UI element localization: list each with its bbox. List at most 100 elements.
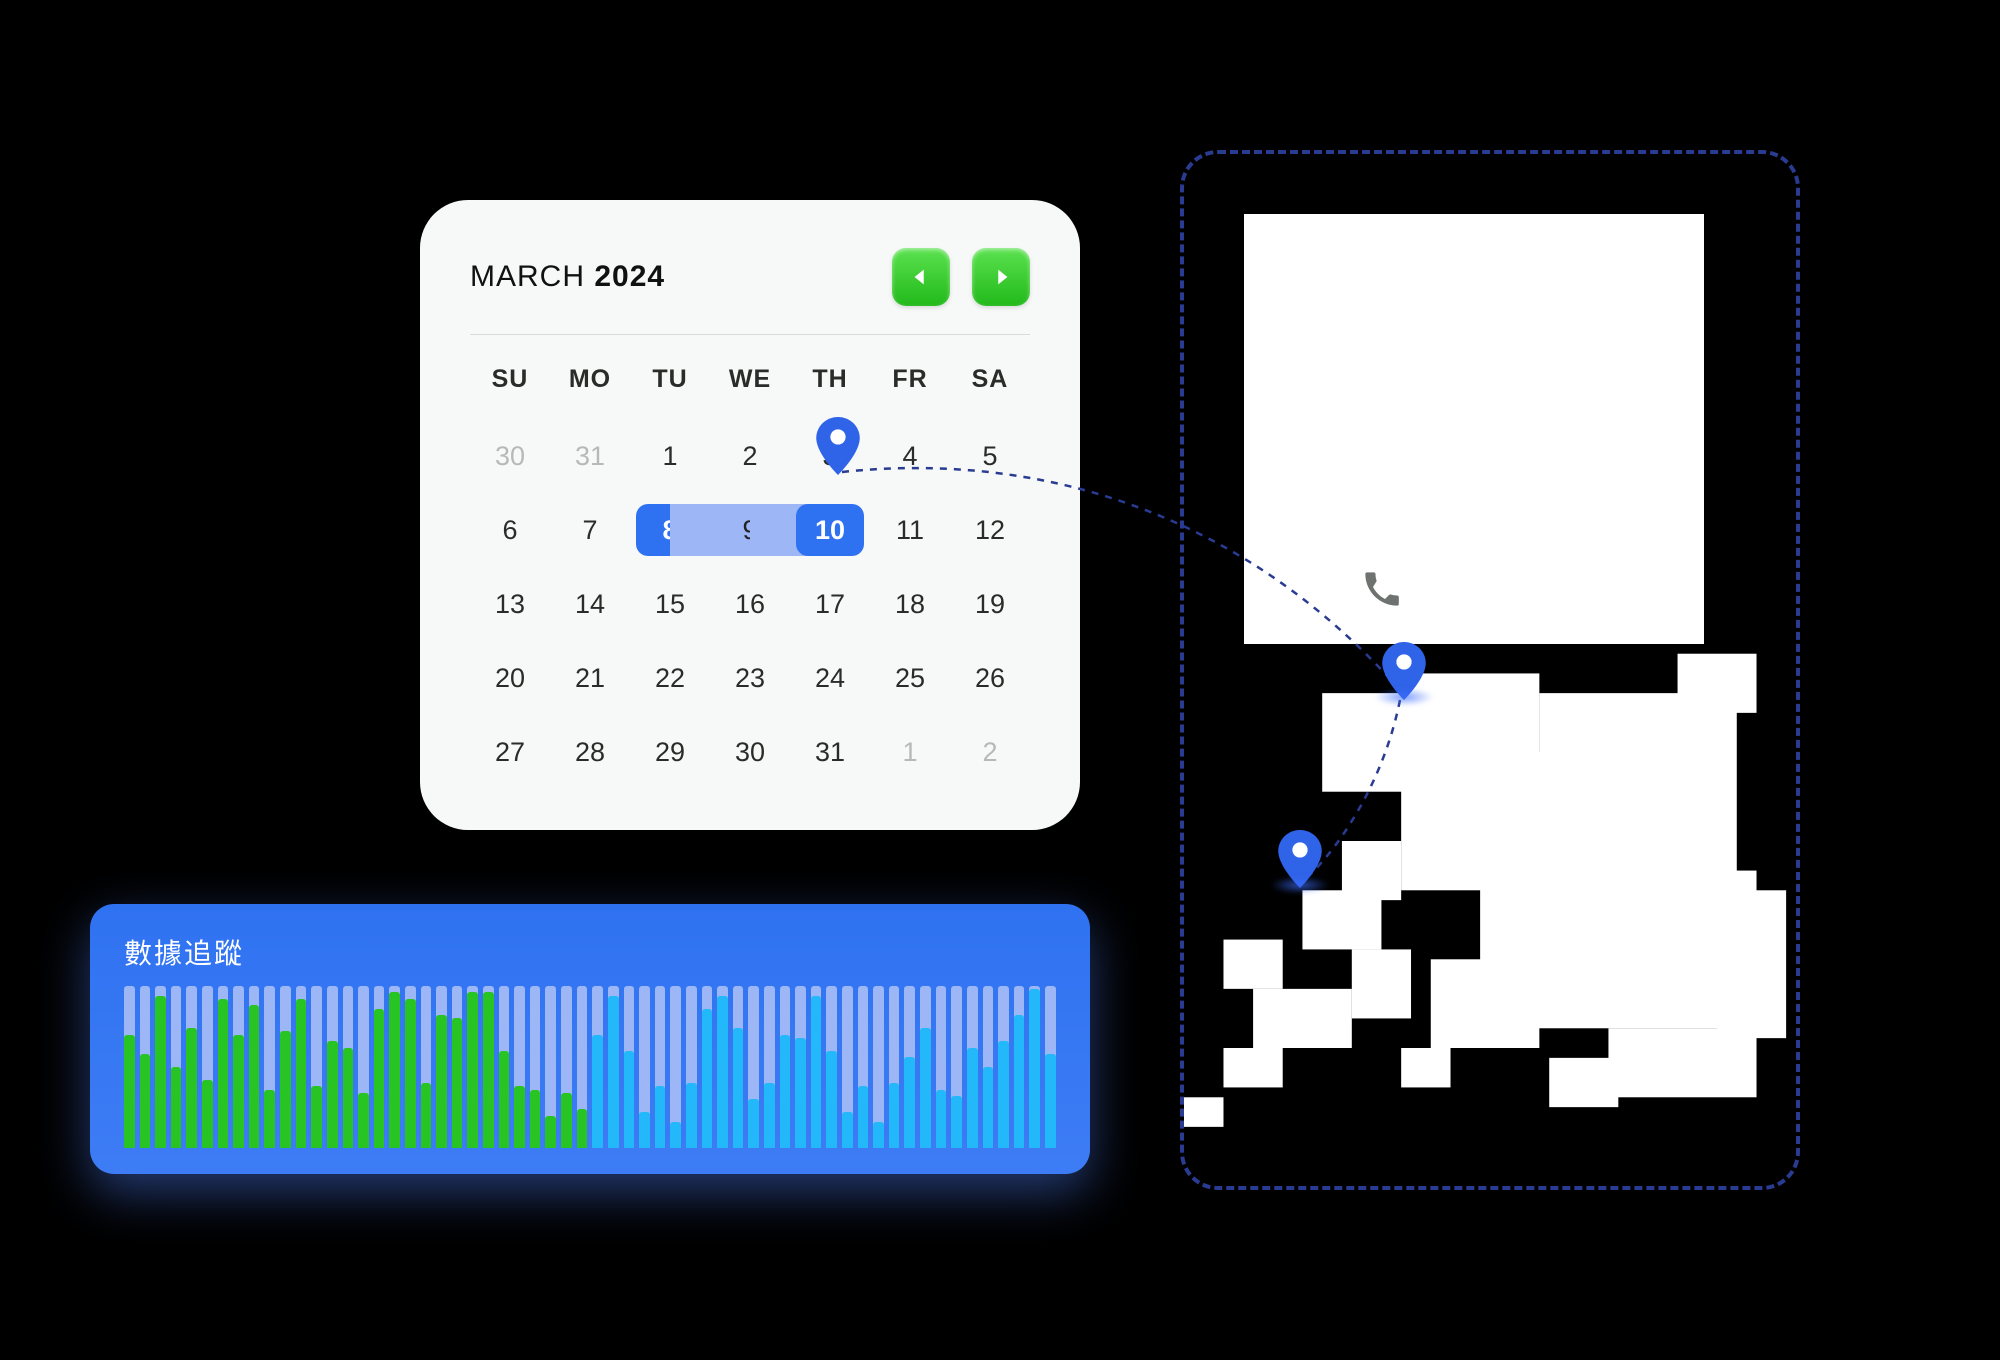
calendar-day[interactable]: 17 [790, 576, 870, 632]
calendar-day[interactable]: 2 [950, 724, 1030, 780]
chart-bar-fill [155, 996, 166, 1148]
calendar-day[interactable]: 26 [950, 650, 1030, 706]
chart-bar-fill [998, 1041, 1009, 1148]
chart-bar [983, 986, 994, 1148]
calendar-day[interactable]: 21 [550, 650, 630, 706]
chart-bar [280, 986, 291, 1148]
chart-bar-fill [343, 1048, 354, 1148]
calendar-day[interactable]: 27 [470, 724, 550, 780]
calendar-day[interactable]: 2 [710, 428, 790, 484]
chart-bar [452, 986, 463, 1148]
weekday-header: TU [630, 359, 710, 410]
calendar-day[interactable]: 14 [550, 576, 630, 632]
chart-bar [389, 986, 400, 1148]
chart-bar-fill [780, 1035, 791, 1148]
chart-bar [717, 986, 728, 1148]
chart-bar-fill [389, 992, 400, 1148]
calendar-day[interactable]: 1 [630, 428, 710, 484]
data-tracking-panel: 數據追蹤 [90, 904, 1090, 1174]
chart-bar [748, 986, 759, 1148]
calendar-day[interactable]: 31 [790, 724, 870, 780]
chart-bar-fill [764, 1083, 775, 1148]
chart-bar-fill [811, 996, 822, 1148]
chart-bar [311, 986, 322, 1148]
calendar-nav [892, 248, 1030, 306]
chart-bar [920, 986, 931, 1148]
chart-bar [343, 986, 354, 1148]
chart-bar [795, 986, 806, 1148]
weekday-header: TH [790, 359, 870, 410]
chart-bar-fill [826, 1051, 837, 1148]
chart-bar-fill [748, 1099, 759, 1148]
chart-bar [639, 986, 650, 1148]
calendar-day[interactable]: 31 [550, 428, 630, 484]
calendar-day[interactable]: 6 [470, 502, 550, 558]
chevron-right-icon [990, 266, 1012, 288]
calendar-day[interactable]: 20 [470, 650, 550, 706]
calendar-day[interactable]: 16 [710, 576, 790, 632]
calendar-day[interactable]: 13 [470, 576, 550, 632]
phone-icon [1362, 569, 1402, 609]
chart-bar [998, 986, 1009, 1148]
calendar-day[interactable]: 15 [630, 576, 710, 632]
calendar-day[interactable]: 5 [950, 428, 1030, 484]
calendar-day[interactable]: 30 [710, 724, 790, 780]
next-month-button[interactable] [972, 248, 1030, 306]
chart-bar [233, 986, 244, 1148]
chart-bar [374, 986, 385, 1148]
chart-bar-fill [467, 992, 478, 1148]
calendar-day[interactable]: 22 [630, 650, 710, 706]
chart-bar [936, 986, 947, 1148]
prev-month-button[interactable] [892, 248, 950, 306]
chart-bar-fill [983, 1067, 994, 1148]
calendar-day[interactable]: 23 [710, 650, 790, 706]
calendar-day[interactable]: 24 [790, 650, 870, 706]
chart-bar [967, 986, 978, 1148]
chart-bar-fill [655, 1086, 666, 1148]
calendar-day[interactable]: 19 [950, 576, 1030, 632]
calendar-title: MARCH 2024 [470, 260, 665, 294]
chart-bar-fill [1045, 1054, 1056, 1148]
map-region [1184, 634, 1796, 1186]
chart-bar-fill [452, 1018, 463, 1148]
map-pin-icon [816, 417, 860, 475]
weekday-header: MO [550, 359, 630, 410]
chart-bar-fill [374, 1009, 385, 1148]
calendar-day[interactable]: 12 [950, 502, 1030, 558]
calendar-day[interactable]: 1 [870, 724, 950, 780]
chart-bar [811, 986, 822, 1148]
calendar-day[interactable]: 30 [470, 428, 550, 484]
chart-bar [624, 986, 635, 1148]
calendar-day[interactable]: 10 [790, 502, 870, 558]
chart-bar [733, 986, 744, 1148]
chart-bar-fill [717, 996, 728, 1148]
chart-bar-fill [951, 1096, 962, 1148]
chart-bar-fill [296, 999, 307, 1148]
calendar-day[interactable]: 4 [870, 428, 950, 484]
chart-bar-fill [327, 1041, 338, 1148]
chart-bar [421, 986, 432, 1148]
calendar-year: 2024 [594, 260, 665, 293]
chart-bar-fill [171, 1067, 182, 1148]
chart-bar-fill [842, 1112, 853, 1148]
chart-bar [499, 986, 510, 1148]
chart-bar-fill [795, 1038, 806, 1148]
chart-bar [764, 986, 775, 1148]
chart-bar-fill [124, 1035, 135, 1148]
calendar-day[interactable]: 11 [870, 502, 950, 558]
calendar-day[interactable]: 7 [550, 502, 630, 558]
map-pin-icon[interactable] [1278, 830, 1322, 888]
chart-bar-fill [405, 999, 416, 1148]
chart-bar [1029, 986, 1040, 1148]
map-pin-icon[interactable] [1382, 642, 1426, 700]
calendar-day[interactable]: 29 [630, 724, 710, 780]
calendar-day[interactable]: 28 [550, 724, 630, 780]
chart-bar [264, 986, 275, 1148]
chart-bar-fill [904, 1057, 915, 1148]
weekday-header: FR [870, 359, 950, 410]
chart-bar-fill [280, 1031, 291, 1148]
calendar-day[interactable]: 25 [870, 650, 950, 706]
chart-bar-fill [889, 1083, 900, 1148]
calendar-day[interactable]: 18 [870, 576, 950, 632]
chart-bar-fill [202, 1080, 213, 1148]
